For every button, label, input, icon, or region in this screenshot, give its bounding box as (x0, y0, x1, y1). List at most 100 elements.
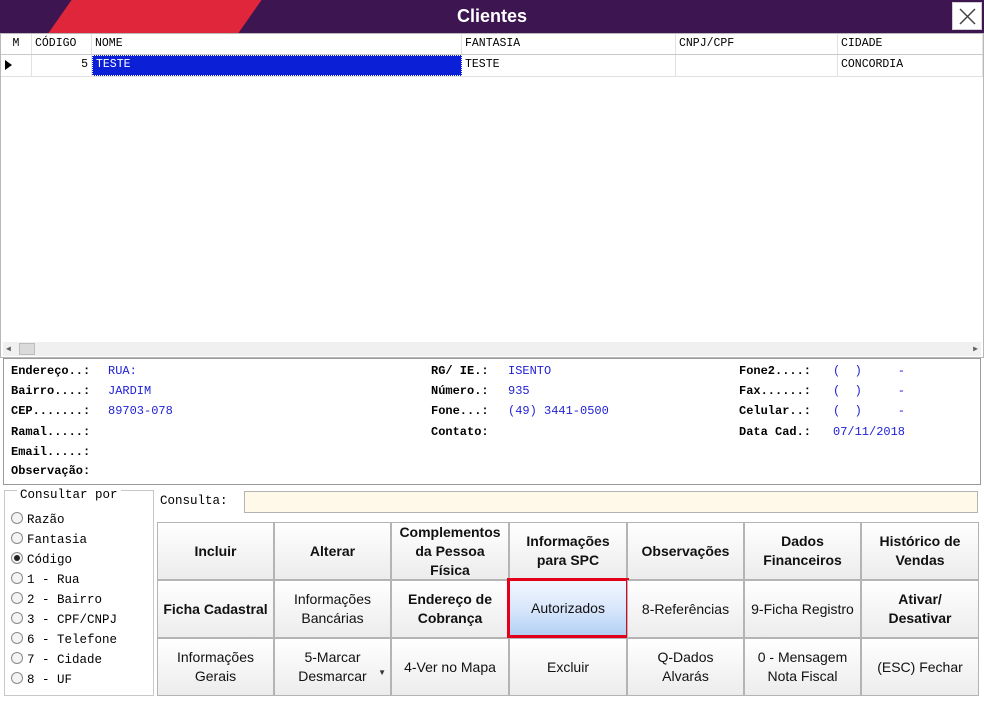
dados-alvaras-button[interactable]: Q-Dados Alvarás (627, 638, 744, 696)
table-row[interactable]: 5 TESTE TESTE CONCORDIA (1, 55, 983, 77)
numero-label: Número.: (431, 384, 489, 398)
header-codigo[interactable]: CÓDIGO (32, 34, 92, 54)
grid-header: M CÓDIGO NOME FANTASIA CNPJ/CPF CIDADE (1, 34, 983, 55)
radio-circle[interactable] (11, 632, 23, 644)
radio-circle[interactable] (11, 612, 23, 624)
endereco-cobranca-button[interactable]: Endereço de Cobrança (391, 580, 509, 638)
fone2-value: ( ) - (833, 364, 906, 378)
radio-circle[interactable] (11, 572, 23, 584)
title-bar: Clientes (0, 0, 984, 33)
radio-cpf-cnpj[interactable]: 3 - CPF/CNPJ (11, 611, 117, 629)
client-details-panel: Endereço..: RUA: Bairro....: JARDIM CEP.… (3, 358, 981, 485)
fechar-button[interactable]: (ESC) Fechar (861, 638, 979, 696)
fone-value: (49) 3441-0500 (508, 404, 609, 418)
search-by-legend: Consultar por (17, 488, 121, 502)
radio-label: Código (27, 553, 73, 567)
cep-value: 89703-078 (108, 404, 173, 418)
radio-circle[interactable] (11, 672, 23, 684)
cell-fantasia[interactable]: TESTE (462, 55, 676, 76)
radio-circle[interactable] (11, 532, 23, 544)
radio-razao[interactable]: Razão (11, 511, 65, 529)
cell-cnpj[interactable] (676, 55, 838, 76)
endereco-label: Endereço..: (11, 364, 91, 378)
ficha-cadastral-button[interactable]: Ficha Cadastral (157, 580, 274, 638)
historico-vendas-button[interactable]: Histórico de Vendas (861, 522, 979, 580)
celular-value: ( ) - (833, 404, 906, 418)
dados-financeiros-button[interactable]: Dados Financeiros (744, 522, 861, 580)
radio-bairro[interactable]: 2 - Bairro (11, 591, 102, 609)
fax-label: Fax......: (739, 384, 812, 398)
fax-value: ( ) - (833, 384, 906, 398)
numero-value: 935 (508, 384, 530, 398)
fone2-label: Fone2....: (739, 364, 812, 378)
fone-label: Fone...: (431, 404, 489, 418)
close-icon (959, 8, 976, 25)
radio-label: 2 - Bairro (27, 593, 103, 607)
alterar-button[interactable]: Alterar (274, 522, 391, 580)
radio-label: 8 - UF (27, 673, 73, 687)
mensagem-nf-button[interactable]: 0 - Mensagem Nota Fiscal (744, 638, 861, 696)
clients-grid[interactable]: M CÓDIGO NOME FANTASIA CNPJ/CPF CIDADE 5… (0, 33, 984, 358)
incluir-button[interactable]: Incluir (157, 522, 274, 580)
scroll-right-icon[interactable]: ▶ (973, 344, 978, 354)
search-by-group: Consultar por Razão Fantasia Código 1 - … (4, 488, 154, 696)
excluir-button[interactable]: Excluir (509, 638, 627, 696)
header-m[interactable]: M (1, 34, 32, 54)
header-nome[interactable]: NOME (92, 34, 462, 54)
bairro-label: Bairro....: (11, 384, 91, 398)
radio-telefone[interactable]: 6 - Telefone (11, 631, 117, 649)
radio-label: 6 - Telefone (27, 633, 118, 647)
row-indicator (1, 55, 32, 76)
radio-label: 7 - Cidade (27, 653, 103, 667)
bairro-value: JARDIM (108, 384, 152, 398)
radio-label: 3 - CPF/CNPJ (27, 613, 118, 627)
consulta-label: Consulta: (160, 494, 228, 508)
cep-label: CEP.......: (11, 404, 91, 418)
header-fantasia[interactable]: FANTASIA (462, 34, 676, 54)
radio-codigo[interactable]: Código (11, 551, 72, 569)
observacoes-button[interactable]: Observações (627, 522, 744, 580)
window-title: Clientes (456, 6, 528, 26)
marcar-desmarcar-button[interactable]: 5-Marcar Desmarcar ▼ (274, 638, 391, 696)
radio-circle[interactable] (11, 592, 23, 604)
info-gerais-button[interactable]: Informações Gerais (157, 638, 274, 696)
cell-cidade[interactable]: CONCORDIA (838, 55, 983, 76)
radio-circle[interactable] (11, 652, 23, 664)
radio-cidade[interactable]: 7 - Cidade (11, 651, 102, 669)
close-button[interactable] (952, 2, 982, 30)
ramal-label: Ramal.....: (11, 425, 91, 439)
radio-fantasia[interactable]: Fantasia (11, 531, 87, 549)
ativar-desativar-button[interactable]: Ativar/ Desativar (861, 580, 979, 638)
ver-mapa-button[interactable]: 4-Ver no Mapa (391, 638, 509, 696)
radio-label: Fantasia (27, 533, 88, 547)
radio-label: Razão (27, 513, 65, 527)
rg-ie-label: RG/ IE.: (431, 364, 489, 378)
scroll-left-icon[interactable]: ◀ (6, 344, 11, 354)
data-cad-value: 07/11/2018 (833, 425, 906, 439)
row-pointer-icon (5, 60, 12, 70)
radio-rua[interactable]: 1 - Rua (11, 571, 80, 589)
cell-nome[interactable]: TESTE (92, 55, 462, 76)
dropdown-arrow-icon: ▼ (378, 668, 386, 677)
scroll-thumb[interactable] (19, 343, 35, 355)
consulta-input[interactable] (244, 491, 978, 513)
horizontal-scrollbar[interactable]: ◀ ▶ (3, 342, 981, 356)
endereco-value: RUA: (108, 364, 137, 378)
autorizados-button[interactable]: Autorizados (507, 578, 629, 638)
celular-label: Celular..: (739, 404, 812, 418)
ficha-registro-button[interactable]: 9-Ficha Registro (744, 580, 861, 638)
info-bancarias-button[interactable]: Informações Bancárias (274, 580, 391, 638)
complementos-button[interactable]: Complementos da Pessoa Física (391, 522, 509, 580)
radio-uf[interactable]: 8 - UF (11, 671, 72, 689)
referencias-button[interactable]: 8-Referências (627, 580, 744, 638)
rg-ie-value: ISENTO (508, 364, 552, 378)
radio-label: 1 - Rua (27, 573, 80, 587)
radio-circle-selected[interactable] (11, 552, 23, 564)
header-cnpj[interactable]: CNPJ/CPF (676, 34, 838, 54)
radio-circle[interactable] (11, 512, 23, 524)
data-cad-label: Data Cad.: (739, 425, 812, 439)
header-cidade[interactable]: CIDADE (838, 34, 983, 54)
cell-codigo[interactable]: 5 (32, 55, 92, 76)
observacao-label: Observação: (11, 464, 91, 478)
info-spc-button[interactable]: Informações para SPC (509, 522, 627, 580)
